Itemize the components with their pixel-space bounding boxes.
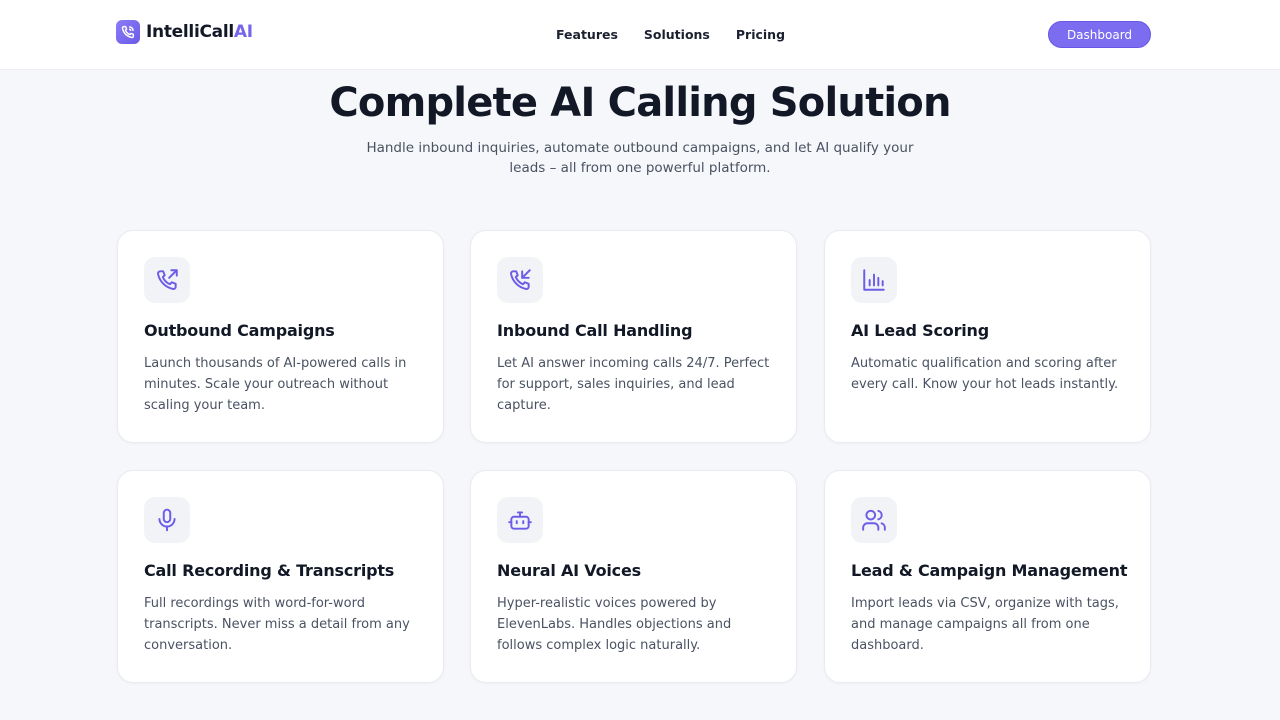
nav-link-pricing[interactable]: Pricing: [736, 27, 785, 42]
brand-logo[interactable]: IntelliCallAI: [116, 20, 253, 44]
feature-description: Let AI answer incoming calls 24/7. Perfe…: [497, 356, 770, 413]
brand-name-accent: AI: [233, 22, 253, 42]
feature-title: Call Recording & Transcripts: [144, 561, 395, 580]
dashboard-button[interactable]: Dashboard: [1048, 21, 1151, 48]
feature-title: Neural AI Voices: [497, 561, 641, 580]
feature-title: Inbound Call Handling: [497, 321, 693, 340]
robot-icon: [497, 497, 543, 543]
feature-card-inbound: Inbound Call Handling Let AI answer inco…: [470, 230, 797, 443]
feature-description: Import leads via CSV, organize with tags…: [851, 596, 1119, 653]
page-title: Complete AI Calling Solution: [329, 80, 951, 126]
feature-description: Launch thousands of AI-powered calls in …: [144, 356, 407, 413]
brand-name-main: IntelliCall: [146, 22, 234, 42]
feature-title: AI Lead Scoring: [851, 321, 989, 340]
nav-link-features[interactable]: Features: [556, 27, 618, 42]
users-icon: [851, 497, 897, 543]
top-navbar: IntelliCallAI Features Solutions Pricing…: [0, 0, 1280, 70]
feature-description: Full recordings with word-for-word trans…: [144, 596, 410, 653]
main-nav: Features Solutions Pricing: [556, 27, 785, 42]
phone-incoming-icon: [497, 257, 543, 303]
page-subtitle: Handle inbound inquiries, automate outbo…: [366, 140, 914, 176]
feature-description: Hyper-realistic voices powered by Eleven…: [497, 596, 732, 653]
phone-logo-icon: [116, 20, 140, 44]
feature-description: Automatic qualification and scoring afte…: [851, 356, 1119, 392]
feature-card-lead-scoring: AI Lead Scoring Automatic qualification …: [824, 230, 1151, 443]
feature-title: Outbound Campaigns: [144, 321, 335, 340]
nav-link-solutions[interactable]: Solutions: [644, 27, 710, 42]
microphone-icon: [144, 497, 190, 543]
feature-card-outbound: Outbound Campaigns Launch thousands of A…: [117, 230, 444, 443]
phone-outgoing-icon: [144, 257, 190, 303]
feature-card-voices: Neural AI Voices Hyper-realistic voices …: [470, 470, 797, 683]
feature-title: Lead & Campaign Management: [851, 561, 1128, 580]
brand-name: IntelliCallAI: [146, 22, 253, 42]
feature-card-recording: Call Recording & Transcripts Full record…: [117, 470, 444, 683]
bar-chart-icon: [851, 257, 897, 303]
feature-card-management: Lead & Campaign Management Import leads …: [824, 470, 1151, 683]
